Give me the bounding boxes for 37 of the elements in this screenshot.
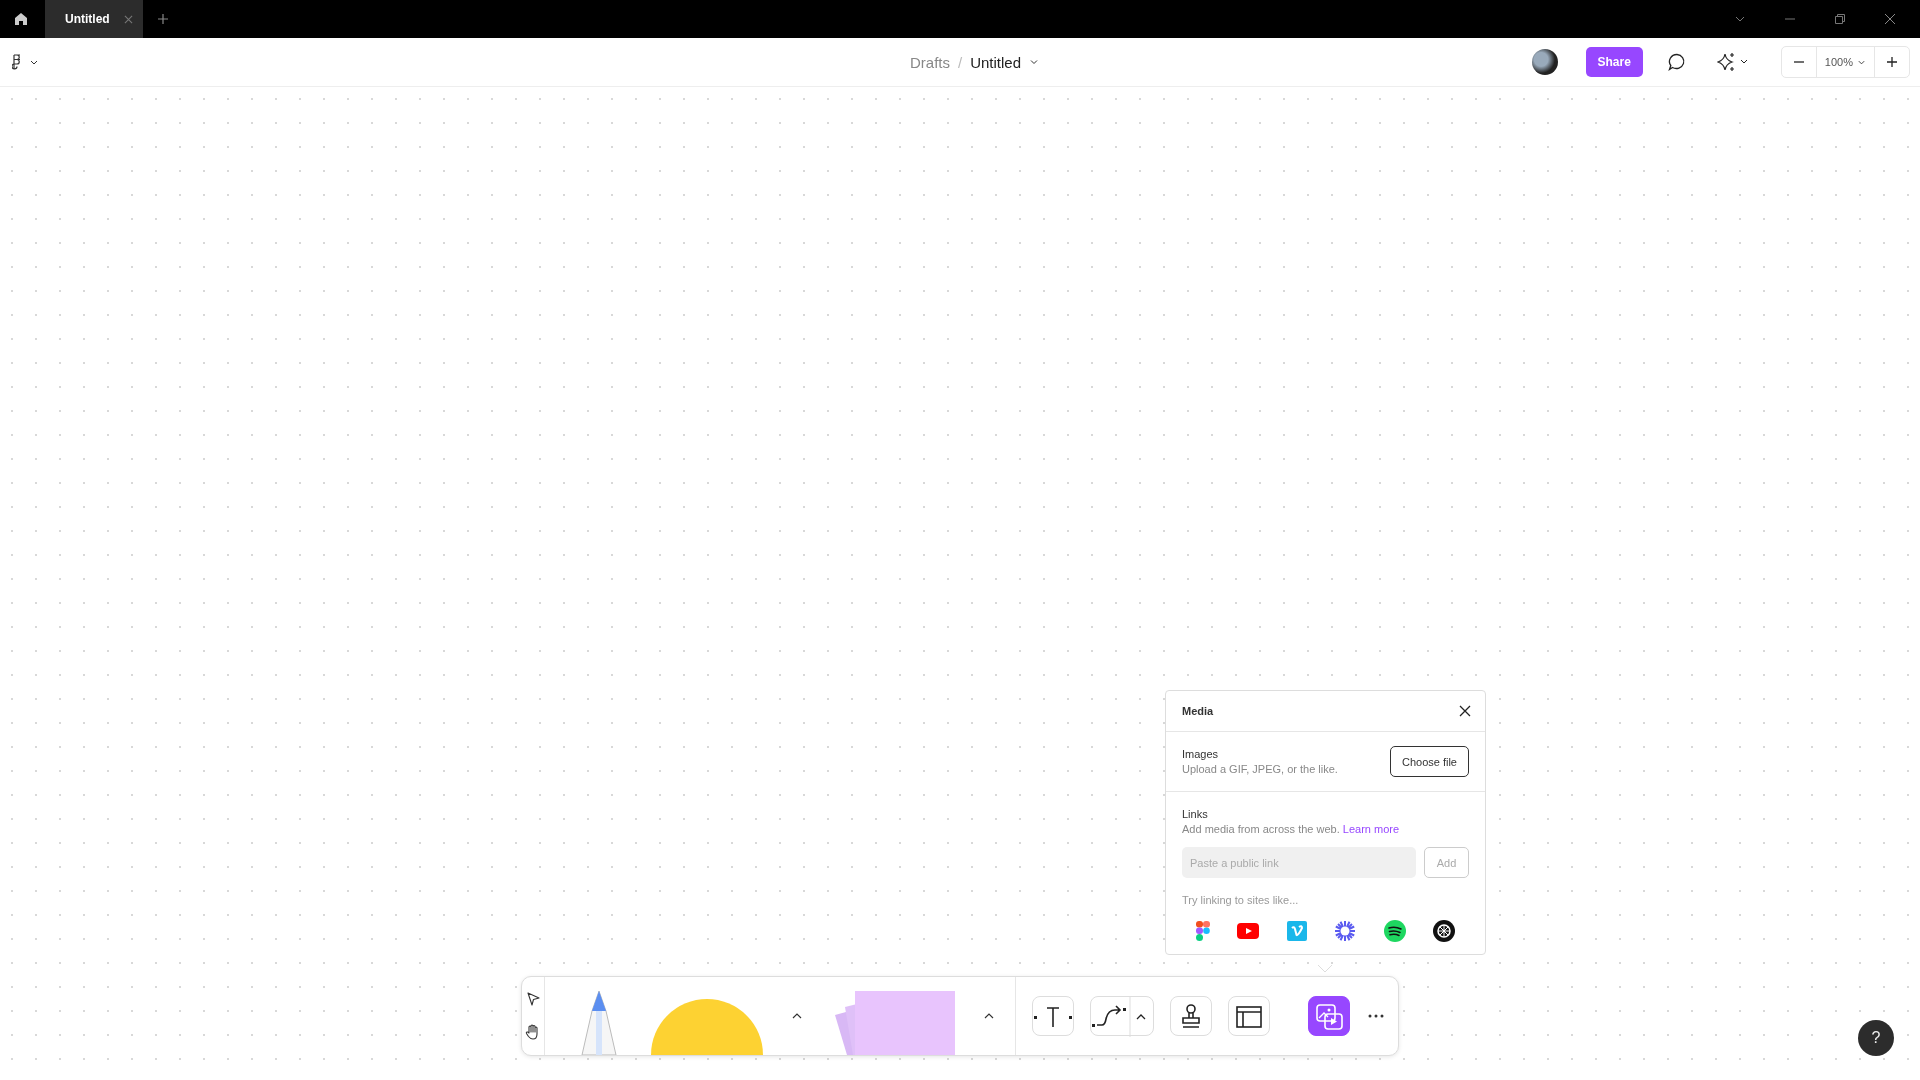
section-label: Links bbox=[1182, 808, 1209, 820]
play-logo-icon[interactable] bbox=[1237, 923, 1260, 939]
panel-title: Media bbox=[1182, 705, 1214, 717]
popover-pointer bbox=[1318, 965, 1332, 972]
comment-icon[interactable] bbox=[1666, 52, 1687, 72]
avatar[interactable] bbox=[1531, 49, 1558, 75]
breadcrumb-parent[interactable]: Drafts bbox=[910, 53, 950, 71]
file-tab[interactable]: Untitled bbox=[45, 0, 143, 38]
close-icon[interactable] bbox=[1884, 13, 1896, 25]
pointer-icon[interactable] bbox=[525, 991, 541, 1007]
section-tool[interactable] bbox=[1228, 996, 1270, 1036]
section-description: Upload a GIF, JPEG, or the like. bbox=[1182, 763, 1338, 775]
breadcrumb-separator: / bbox=[958, 53, 963, 71]
link-input-field[interactable]: Paste a public link bbox=[1182, 847, 1416, 878]
section-label: Images bbox=[1182, 748, 1220, 760]
media-tool[interactable] bbox=[1308, 996, 1350, 1036]
stamp-tool[interactable] bbox=[1170, 996, 1212, 1036]
dial-logo-icon[interactable] bbox=[1433, 920, 1456, 942]
restore-icon[interactable] bbox=[1834, 13, 1846, 25]
home-icon[interactable] bbox=[13, 11, 29, 27]
section-description: Add media from across the web. Learn more bbox=[1182, 823, 1401, 835]
close-icon[interactable] bbox=[1459, 705, 1471, 717]
hint-text: Try linking to sites like... bbox=[1182, 894, 1300, 906]
logo-menu-icon[interactable] bbox=[12, 54, 40, 70]
starburst-logo-icon[interactable] bbox=[1334, 920, 1357, 942]
choose-file-button[interactable]: Choose file bbox=[1389, 746, 1469, 777]
learn-more-link[interactable]: Learn more bbox=[1342, 823, 1400, 835]
shapes-logo-icon[interactable] bbox=[1195, 921, 1210, 941]
share-button[interactable]: Share bbox=[1585, 47, 1643, 77]
connector-tool[interactable] bbox=[1090, 996, 1154, 1036]
more-icon[interactable] bbox=[1366, 1013, 1386, 1019]
chevron-down-icon[interactable] bbox=[1029, 57, 1040, 67]
sound-waves-logo-icon[interactable] bbox=[1383, 920, 1406, 942]
help-button[interactable]: ? bbox=[1858, 1020, 1894, 1056]
text-tool[interactable] bbox=[1032, 996, 1074, 1036]
file-title[interactable]: Untitled bbox=[970, 53, 1022, 71]
plus-icon[interactable] bbox=[156, 13, 169, 25]
